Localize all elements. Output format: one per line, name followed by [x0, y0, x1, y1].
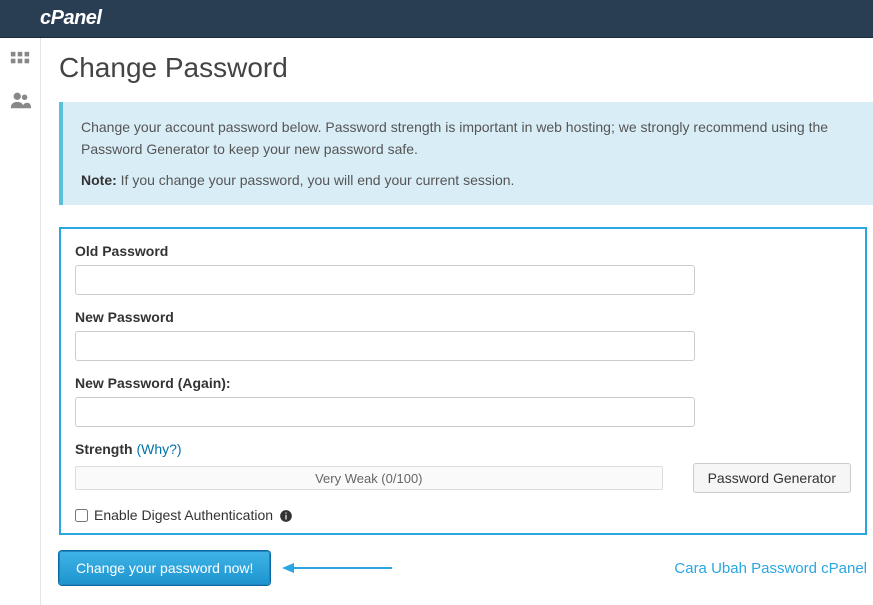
digest-checkbox[interactable]: [75, 509, 88, 522]
strength-row: Very Weak (0/100) Password Generator: [75, 463, 851, 493]
strength-block: Strength (Why?) Very Weak (0/100) Passwo…: [75, 441, 851, 493]
old-password-input[interactable]: [75, 265, 695, 295]
page-title: Change Password: [59, 52, 873, 84]
new-password-block: New Password: [75, 309, 851, 361]
old-password-label: Old Password: [75, 243, 851, 259]
strength-label: Strength (Why?): [75, 441, 851, 457]
form-highlight: Old Password New Password New Password (…: [59, 227, 867, 535]
strength-why-link[interactable]: (Why?): [136, 441, 181, 457]
digest-label: Enable Digest Authentication: [94, 507, 273, 523]
new-password-again-input[interactable]: [75, 397, 695, 427]
old-password-block: Old Password: [75, 243, 851, 295]
new-password-input[interactable]: [75, 331, 695, 361]
info-intro: Change your account password below. Pass…: [81, 116, 855, 161]
topbar: cPanel: [0, 0, 873, 38]
users-icon[interactable]: [0, 89, 40, 114]
info-box: Change your account password below. Pass…: [59, 102, 873, 205]
new-password-again-label: New Password (Again):: [75, 375, 851, 391]
side-nav: [0, 38, 40, 605]
caption-link[interactable]: Cara Ubah Password cPanel: [674, 560, 867, 577]
footer-row: Change your password now! Cara Ubah Pass…: [59, 551, 873, 585]
apps-grid-icon[interactable]: [0, 50, 40, 75]
digest-row: Enable Digest Authentication: [75, 507, 851, 523]
strength-meter: Very Weak (0/100): [75, 466, 663, 490]
new-password-again-block: New Password (Again):: [75, 375, 851, 427]
info-note: Note: If you change your password, you w…: [81, 169, 855, 191]
strength-label-text: Strength: [75, 441, 133, 457]
content: Change Password Change your account pass…: [40, 38, 873, 605]
info-icon[interactable]: [279, 507, 293, 523]
note-label: Note:: [81, 172, 117, 188]
submit-button[interactable]: Change your password now!: [59, 551, 270, 585]
new-password-label: New Password: [75, 309, 851, 325]
password-generator-button[interactable]: Password Generator: [693, 463, 851, 493]
main-wrap: Change Password Change your account pass…: [0, 38, 873, 605]
note-text: If you change your password, you will en…: [121, 172, 515, 188]
arrow-annotation-icon: [282, 561, 392, 575]
brand-logo: cPanel: [40, 7, 101, 30]
